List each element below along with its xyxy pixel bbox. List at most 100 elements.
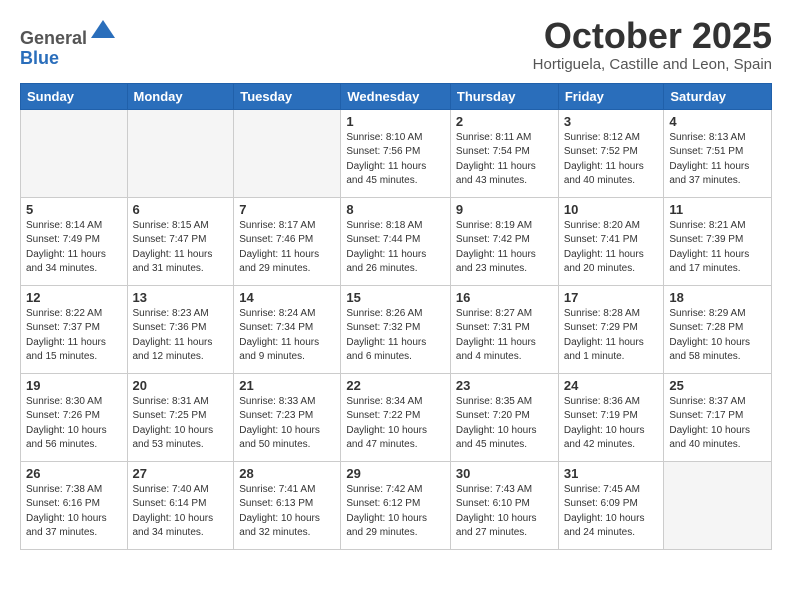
location: Hortiguela, Castille and Leon, Spain bbox=[533, 56, 772, 73]
week-row-5: 26 Sunrise: 7:38 AMSunset: 6:16 PMDayligh… bbox=[21, 461, 772, 549]
day-number: 19 bbox=[26, 378, 122, 393]
day-number: 2 bbox=[456, 114, 553, 129]
day-number: 13 bbox=[133, 290, 229, 305]
calendar-cell: 24Sunrise: 8:36 AMSunset: 7:19 PMDayligh… bbox=[558, 373, 664, 461]
calendar-cell: 4 Sunrise: 8:13 AMSunset: 7:51 PMDaylight… bbox=[664, 109, 772, 197]
day-info: Sunrise: 8:36 AMSunset: 7:19 PMDaylight:… bbox=[564, 395, 659, 453]
day-number: 12 bbox=[26, 290, 122, 305]
calendar-cell: 8Sunrise: 8:18 AMSunset: 7:44 PMDaylight… bbox=[341, 197, 451, 285]
day-info: Sunrise: 8:20 AMSunset: 7:41 PMDaylight:… bbox=[564, 219, 659, 277]
day-info: Sunrise: 7:43 AMSunset: 6:10 PMDaylight:… bbox=[456, 483, 553, 541]
day-info: Sunrise: 8:17 AMSunset: 7:46 PMDaylight:… bbox=[239, 219, 335, 277]
logo: General Blue bbox=[20, 16, 117, 69]
calendar-cell bbox=[21, 109, 128, 197]
day-info: Sunrise: 8:22 AMSunset: 7:37 PMDaylight:… bbox=[26, 307, 122, 365]
calendar-cell bbox=[664, 461, 772, 549]
day-info: Sunrise: 8:24 AMSunset: 7:34 PMDaylight:… bbox=[239, 307, 335, 365]
day-info: Sunrise: 8:23 AMSunset: 7:36 PMDaylight:… bbox=[133, 307, 229, 365]
calendar-cell: 26 Sunrise: 7:38 AMSunset: 6:16 PMDayligh… bbox=[21, 461, 128, 549]
logo-general-text: General bbox=[20, 28, 87, 48]
day-number: 18 bbox=[669, 290, 766, 305]
day-info: Sunrise: 8:31 AMSunset: 7:25 PMDaylight:… bbox=[133, 395, 229, 453]
calendar-cell: 29Sunrise: 7:42 AMSunset: 6:12 PMDayligh… bbox=[341, 461, 451, 549]
day-number: 4 bbox=[669, 114, 766, 129]
day-number: 28 bbox=[239, 466, 335, 481]
calendar-cell: 11 Sunrise: 8:21 AMSunset: 7:39 PMDayligh… bbox=[664, 197, 772, 285]
day-info: Sunrise: 7:40 AMSunset: 6:14 PMDaylight:… bbox=[133, 483, 229, 541]
weekday-header-wednesday: Wednesday bbox=[341, 83, 451, 109]
weekday-header-thursday: Thursday bbox=[450, 83, 558, 109]
day-info: Sunrise: 8:35 AMSunset: 7:20 PMDaylight:… bbox=[456, 395, 553, 453]
day-number: 16 bbox=[456, 290, 553, 305]
calendar-cell: 25 Sunrise: 8:37 AMSunset: 7:17 PMDayligh… bbox=[664, 373, 772, 461]
calendar-cell: 21 Sunrise: 8:33 AMSunset: 7:23 PMDayligh… bbox=[234, 373, 341, 461]
day-number: 8 bbox=[346, 202, 445, 217]
day-number: 11 bbox=[669, 202, 766, 217]
day-number: 21 bbox=[239, 378, 335, 393]
day-number: 1 bbox=[346, 114, 445, 129]
day-number: 23 bbox=[456, 378, 553, 393]
calendar-cell bbox=[127, 109, 234, 197]
day-number: 5 bbox=[26, 202, 122, 217]
day-number: 10 bbox=[564, 202, 659, 217]
day-number: 17 bbox=[564, 290, 659, 305]
day-info: Sunrise: 8:29 AMSunset: 7:28 PMDaylight:… bbox=[669, 307, 766, 365]
weekday-header-monday: Monday bbox=[127, 83, 234, 109]
calendar-cell: 16 Sunrise: 8:27 AMSunset: 7:31 PMDayligh… bbox=[450, 285, 558, 373]
weekday-header-row: SundayMondayTuesdayWednesdayThursdayFrid… bbox=[21, 83, 772, 109]
week-row-3: 12 Sunrise: 8:22 AMSunset: 7:37 PMDayligh… bbox=[21, 285, 772, 373]
day-number: 22 bbox=[346, 378, 445, 393]
day-number: 6 bbox=[133, 202, 229, 217]
day-info: Sunrise: 7:45 AMSunset: 6:09 PMDaylight:… bbox=[564, 483, 659, 541]
calendar-cell: 14Sunrise: 8:24 AMSunset: 7:34 PMDayligh… bbox=[234, 285, 341, 373]
calendar-cell: 23 Sunrise: 8:35 AMSunset: 7:20 PMDayligh… bbox=[450, 373, 558, 461]
calendar: SundayMondayTuesdayWednesdayThursdayFrid… bbox=[20, 83, 772, 550]
calendar-cell: 10 Sunrise: 8:20 AMSunset: 7:41 PMDayligh… bbox=[558, 197, 664, 285]
calendar-cell: 13 Sunrise: 8:23 AMSunset: 7:36 PMDayligh… bbox=[127, 285, 234, 373]
calendar-cell: 9Sunrise: 8:19 AMSunset: 7:42 PMDaylight… bbox=[450, 197, 558, 285]
page: General Blue October 2025 Hortiguela, Ca… bbox=[0, 0, 792, 560]
day-info: Sunrise: 8:15 AMSunset: 7:47 PMDaylight:… bbox=[133, 219, 229, 277]
calendar-cell: 3Sunrise: 8:12 AMSunset: 7:52 PMDaylight… bbox=[558, 109, 664, 197]
day-number: 15 bbox=[346, 290, 445, 305]
day-info: Sunrise: 7:38 AMSunset: 6:16 PMDaylight:… bbox=[26, 483, 122, 541]
calendar-cell: 17 Sunrise: 8:28 AMSunset: 7:29 PMDayligh… bbox=[558, 285, 664, 373]
weekday-header-friday: Friday bbox=[558, 83, 664, 109]
weekday-header-tuesday: Tuesday bbox=[234, 83, 341, 109]
day-info: Sunrise: 8:34 AMSunset: 7:22 PMDaylight:… bbox=[346, 395, 445, 453]
calendar-cell: 22 Sunrise: 8:34 AMSunset: 7:22 PMDayligh… bbox=[341, 373, 451, 461]
logo-icon bbox=[89, 16, 117, 44]
day-number: 7 bbox=[239, 202, 335, 217]
header: General Blue October 2025 Hortiguela, Ca… bbox=[20, 16, 772, 73]
day-info: Sunrise: 8:19 AMSunset: 7:42 PMDaylight:… bbox=[456, 219, 553, 277]
day-number: 20 bbox=[133, 378, 229, 393]
calendar-cell: 7 Sunrise: 8:17 AMSunset: 7:46 PMDaylight… bbox=[234, 197, 341, 285]
day-number: 25 bbox=[669, 378, 766, 393]
day-info: Sunrise: 8:33 AMSunset: 7:23 PMDaylight:… bbox=[239, 395, 335, 453]
week-row-4: 19Sunrise: 8:30 AMSunset: 7:26 PMDayligh… bbox=[21, 373, 772, 461]
day-info: Sunrise: 8:26 AMSunset: 7:32 PMDaylight:… bbox=[346, 307, 445, 365]
month-title: October 2025 bbox=[533, 16, 772, 56]
calendar-cell: 1Sunrise: 8:10 AMSunset: 7:56 PMDaylight… bbox=[341, 109, 451, 197]
calendar-cell: 5 Sunrise: 8:14 AMSunset: 7:49 PMDaylight… bbox=[21, 197, 128, 285]
title-block: October 2025 Hortiguela, Castille and Le… bbox=[533, 16, 772, 73]
day-info: Sunrise: 8:21 AMSunset: 7:39 PMDaylight:… bbox=[669, 219, 766, 277]
day-info: Sunrise: 8:11 AMSunset: 7:54 PMDaylight:… bbox=[456, 131, 553, 189]
calendar-cell: 27 Sunrise: 7:40 AMSunset: 6:14 PMDayligh… bbox=[127, 461, 234, 549]
calendar-cell: 20 Sunrise: 8:31 AMSunset: 7:25 PMDayligh… bbox=[127, 373, 234, 461]
weekday-header-saturday: Saturday bbox=[664, 83, 772, 109]
day-number: 26 bbox=[26, 466, 122, 481]
week-row-2: 5 Sunrise: 8:14 AMSunset: 7:49 PMDaylight… bbox=[21, 197, 772, 285]
weekday-header-sunday: Sunday bbox=[21, 83, 128, 109]
day-info: Sunrise: 8:27 AMSunset: 7:31 PMDaylight:… bbox=[456, 307, 553, 365]
calendar-cell: 2 Sunrise: 8:11 AMSunset: 7:54 PMDaylight… bbox=[450, 109, 558, 197]
day-info: Sunrise: 8:14 AMSunset: 7:49 PMDaylight:… bbox=[26, 219, 122, 277]
week-row-1: 1Sunrise: 8:10 AMSunset: 7:56 PMDaylight… bbox=[21, 109, 772, 197]
calendar-cell: 15 Sunrise: 8:26 AMSunset: 7:32 PMDayligh… bbox=[341, 285, 451, 373]
day-number: 27 bbox=[133, 466, 229, 481]
day-info: Sunrise: 8:28 AMSunset: 7:29 PMDaylight:… bbox=[564, 307, 659, 365]
day-info: Sunrise: 8:13 AMSunset: 7:51 PMDaylight:… bbox=[669, 131, 766, 189]
day-info: Sunrise: 8:37 AMSunset: 7:17 PMDaylight:… bbox=[669, 395, 766, 453]
calendar-cell: 18 Sunrise: 8:29 AMSunset: 7:28 PMDayligh… bbox=[664, 285, 772, 373]
day-info: Sunrise: 7:41 AMSunset: 6:13 PMDaylight:… bbox=[239, 483, 335, 541]
